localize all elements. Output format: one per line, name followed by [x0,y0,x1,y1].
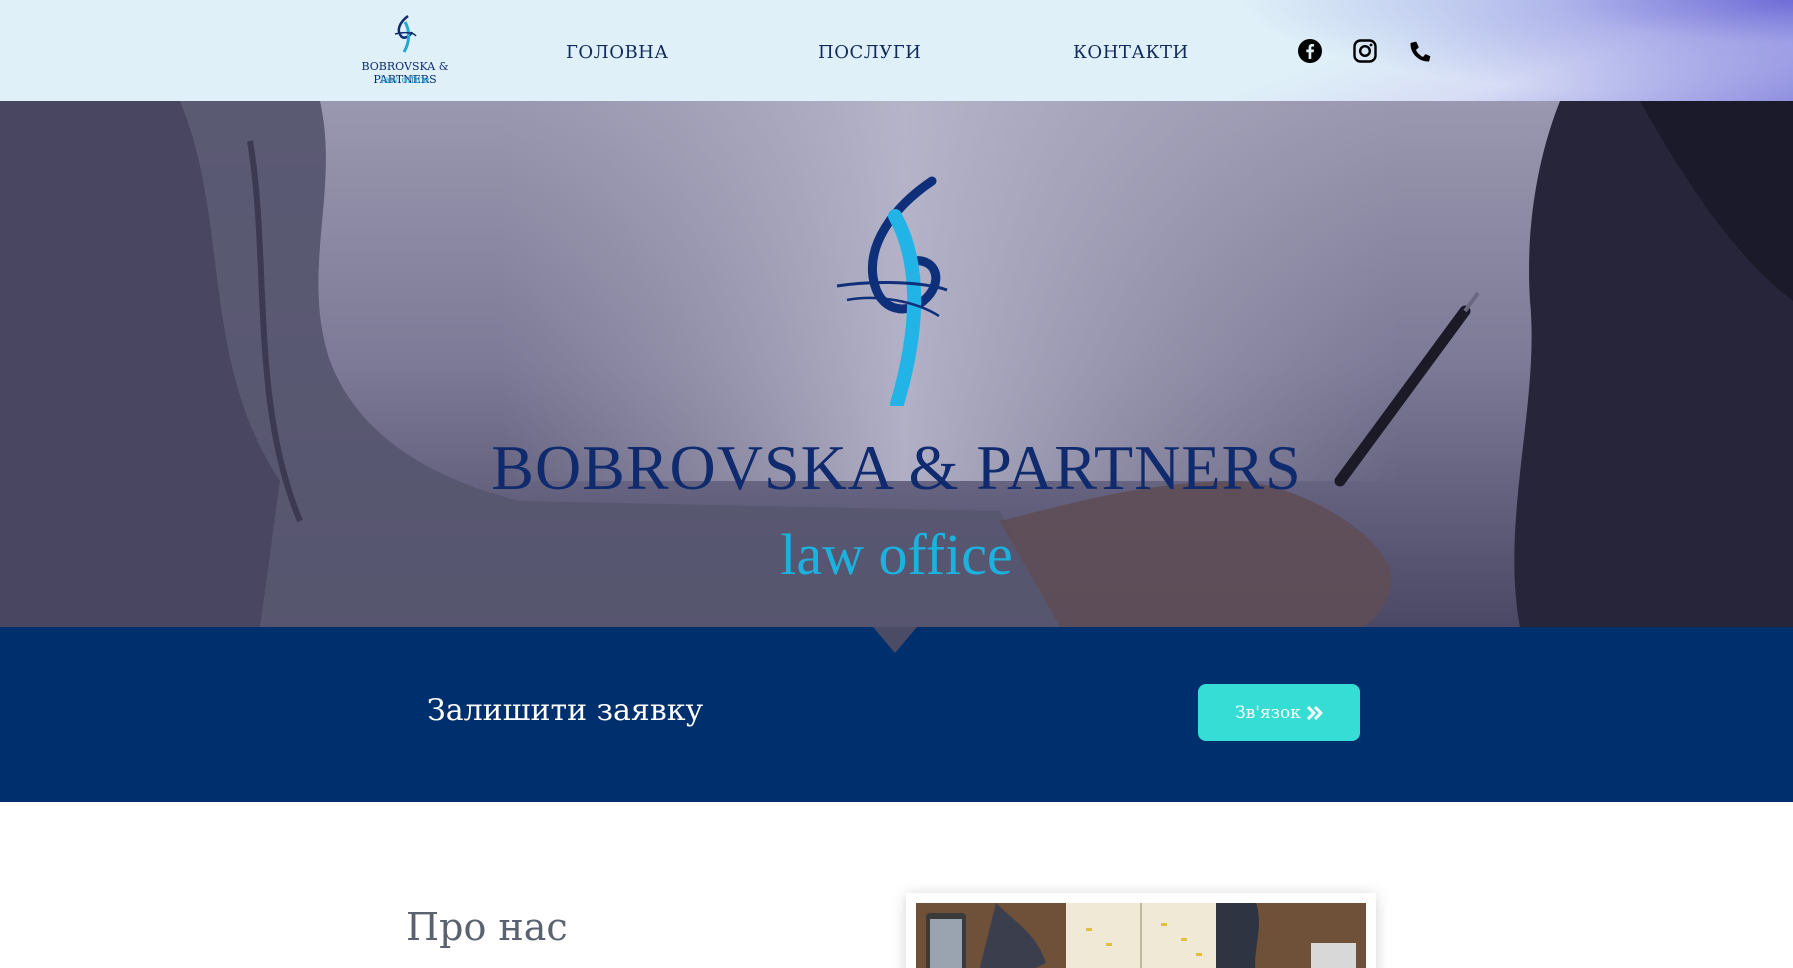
phone-icon[interactable] [1407,38,1433,64]
nav-home[interactable]: ГОЛОВНА [566,42,669,63]
site-header: BOBROVSKA & PARTNERS law office ГОЛОВНА … [0,0,1793,101]
about-photo-frame [906,893,1376,968]
hero-title: BOBROVSKA & PARTNERS [491,432,1302,503]
nav-services[interactable]: ПОСЛУГИ [818,42,921,63]
hero-logo-mark-icon [836,176,948,406]
hero-banner: BOBROVSKA & PARTNERS law office [0,101,1793,627]
about-photo-image [916,903,1366,968]
contact-button-label: Зв'язок [1235,702,1301,723]
header-logo[interactable]: BOBROVSKA & PARTNERS law office [330,14,480,90]
cta-notch [873,627,917,653]
double-chevron-right-icon [1306,705,1323,720]
contact-button[interactable]: Зв'язок [1198,684,1360,741]
header-logo-sub: law office [380,75,430,86]
facebook-icon[interactable] [1297,38,1323,64]
instagram-icon[interactable] [1352,38,1378,64]
hero-subtitle: law office [780,522,1013,587]
about-photo [916,903,1366,968]
nav-contacts[interactable]: КОНТАКТИ [1073,42,1189,63]
cta-text: Залишити заявку [427,693,704,728]
about-title: Про нас [406,905,568,949]
logo-mark-icon [394,15,417,53]
cta-band [0,627,1793,802]
